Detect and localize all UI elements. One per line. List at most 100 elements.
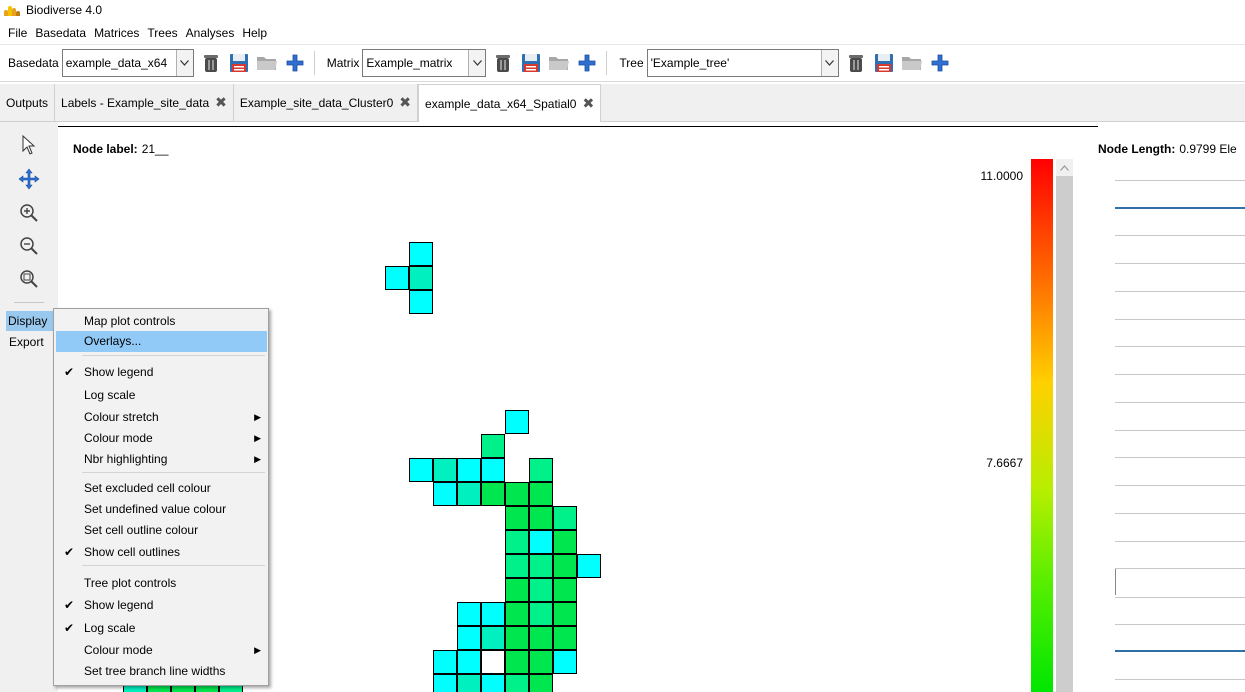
tree-branch[interactable]	[1115, 374, 1245, 375]
grid-cell[interactable]	[433, 674, 457, 692]
grid-cell[interactable]	[457, 674, 481, 692]
grid-cell[interactable]	[529, 626, 553, 650]
menu-item-colour-mode[interactable]: Colour mode ▶	[56, 640, 267, 661]
open-basedata-icon[interactable]	[256, 52, 278, 74]
grid-cell[interactable]	[505, 530, 529, 554]
grid-cell[interactable]	[529, 506, 553, 530]
display-button[interactable]: Display	[6, 311, 53, 331]
tab-example-site-data-cluster0[interactable]: Example_site_data_Cluster0 ✖	[234, 84, 419, 121]
tree-branch[interactable]	[1115, 180, 1245, 181]
grid-cell[interactable]	[505, 410, 529, 434]
menu-file[interactable]: File	[4, 26, 31, 40]
menu-trees[interactable]: Trees	[143, 26, 181, 40]
close-icon[interactable]: ✖	[215, 94, 227, 111]
menu-item-show-cell-outlines[interactable]: ✔ Show cell outlines	[56, 542, 267, 563]
tree-branch[interactable]	[1115, 346, 1245, 347]
add-basedata-icon[interactable]	[284, 52, 306, 74]
close-icon[interactable]: ✖	[399, 94, 411, 111]
grid-cell[interactable]	[529, 530, 553, 554]
menu-item-show-legend[interactable]: ✔ Show legend	[56, 595, 267, 616]
menu-item-colour-mode[interactable]: Colour mode ▶	[56, 428, 267, 449]
grid-cell[interactable]	[481, 650, 505, 674]
add-tree-icon[interactable]	[929, 52, 951, 74]
grid-cell[interactable]	[553, 506, 577, 530]
grid-cell[interactable]	[505, 482, 529, 506]
grid-cell[interactable]	[529, 650, 553, 674]
grid-cell[interactable]	[433, 650, 457, 674]
save-tree-icon[interactable]	[873, 52, 895, 74]
menu-item-set-tree-branch-line-widths[interactable]: Set tree branch line widths	[56, 661, 267, 682]
open-matrix-icon[interactable]	[548, 52, 570, 74]
grid-cell[interactable]	[529, 602, 553, 626]
menu-item-log-scale[interactable]: Log scale	[56, 385, 267, 406]
grid-cell[interactable]	[505, 674, 529, 692]
menu-item-tree-plot-controls[interactable]: Tree plot controls	[56, 573, 267, 594]
tab-example-data-x64-spatial0[interactable]: example_data_x64_Spatial0 ✖	[418, 84, 602, 122]
grid-cell[interactable]	[505, 554, 529, 578]
chevron-down-icon[interactable]	[820, 50, 838, 76]
tree-branch[interactable]	[1115, 679, 1245, 680]
grid-cell[interactable]	[553, 578, 577, 602]
tab-outputs[interactable]: Outputs	[0, 84, 56, 121]
grid-cell[interactable]	[457, 626, 481, 650]
scrollbar-thumb[interactable]	[1056, 176, 1073, 692]
basedata-combo[interactable]: example_data_x64	[61, 49, 194, 77]
tree-branch[interactable]	[1115, 597, 1245, 598]
pan-icon[interactable]	[18, 168, 40, 190]
open-tree-icon[interactable]	[901, 52, 923, 74]
grid-cell[interactable]	[529, 482, 553, 506]
grid-cell[interactable]	[505, 506, 529, 530]
grid-cell[interactable]	[529, 674, 553, 692]
grid-cell[interactable]	[481, 458, 505, 482]
grid-cell[interactable]	[553, 626, 577, 650]
menu-item-show-legend[interactable]: ✔ Show legend	[56, 362, 267, 383]
grid-cell[interactable]	[409, 458, 433, 482]
grid-cell[interactable]	[553, 650, 577, 674]
grid-cell[interactable]	[553, 554, 577, 578]
grid-cell[interactable]	[529, 458, 553, 482]
grid-cell[interactable]	[505, 578, 529, 602]
grid-cell[interactable]	[481, 674, 505, 692]
menu-matrices[interactable]: Matrices	[90, 26, 143, 40]
tree-branch[interactable]	[1115, 624, 1245, 625]
grid-cell[interactable]	[481, 602, 505, 626]
tree-branch[interactable]	[1115, 568, 1245, 569]
zoom-out-icon[interactable]	[18, 235, 40, 257]
grid-cell[interactable]	[505, 602, 529, 626]
grid-cell[interactable]	[457, 650, 481, 674]
grid-cell[interactable]	[457, 482, 481, 506]
select-pointer-icon[interactable]	[18, 134, 40, 156]
tree-branch[interactable]	[1115, 430, 1245, 431]
tree-branch[interactable]	[1115, 291, 1245, 292]
grid-cell[interactable]	[409, 290, 433, 314]
tree-branch[interactable]	[1115, 235, 1245, 236]
grid-cell[interactable]	[433, 482, 457, 506]
tree-scrollbar[interactable]	[1056, 159, 1073, 692]
menu-item-set-excluded-cell-colour[interactable]: Set excluded cell colour	[56, 478, 267, 499]
scroll-up-arrow-icon[interactable]	[1056, 159, 1073, 176]
tree-branch-highlighted[interactable]	[1115, 207, 1245, 209]
grid-cell[interactable]	[553, 602, 577, 626]
menu-item-nbr-highlighting[interactable]: Nbr highlighting ▶	[56, 449, 267, 470]
zoom-fit-icon[interactable]	[18, 268, 40, 290]
grid-cell[interactable]	[457, 602, 481, 626]
matrix-combo[interactable]: Example_matrix	[362, 49, 487, 77]
grid-cell[interactable]	[529, 578, 553, 602]
tree-branch[interactable]	[1115, 263, 1245, 264]
grid-cell[interactable]	[577, 554, 601, 578]
menu-basedata[interactable]: Basedata	[31, 26, 90, 40]
grid-cell[interactable]	[385, 266, 409, 290]
tree-branch[interactable]	[1115, 513, 1245, 514]
menu-item-set-cell-outline-colour[interactable]: Set cell outline colour	[56, 520, 267, 541]
delete-basedata-icon[interactable]	[200, 52, 222, 74]
grid-cell[interactable]	[529, 554, 553, 578]
grid-cell[interactable]	[553, 530, 577, 554]
save-basedata-icon[interactable]	[228, 52, 250, 74]
grid-cell[interactable]	[457, 458, 481, 482]
tree-branch[interactable]	[1115, 457, 1245, 458]
delete-matrix-icon[interactable]	[492, 52, 514, 74]
save-matrix-icon[interactable]	[520, 52, 542, 74]
tree-branch-vertical[interactable]	[1115, 569, 1116, 595]
tree-branch[interactable]	[1115, 541, 1245, 542]
grid-cell[interactable]	[409, 266, 433, 290]
